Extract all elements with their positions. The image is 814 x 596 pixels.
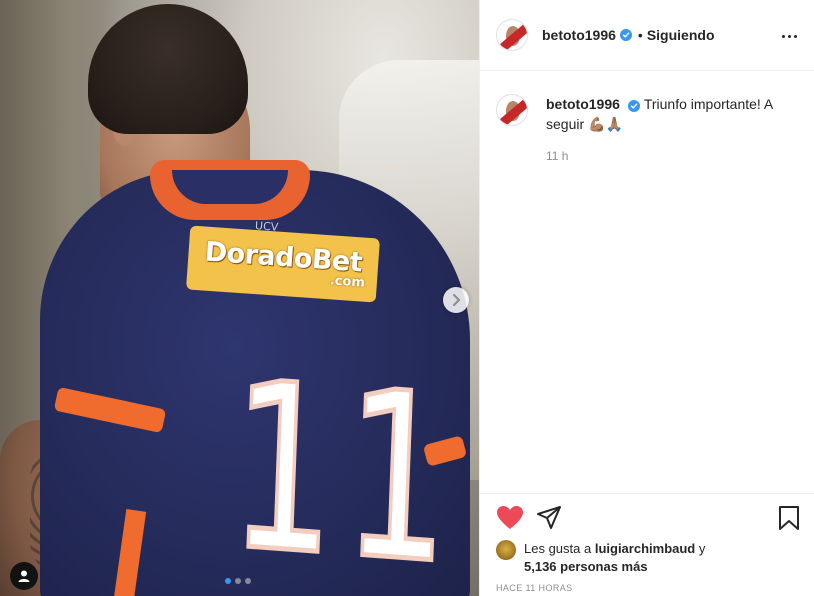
ellipsis-dot: [787, 34, 791, 38]
post-header: betoto1996 • Siguiendo: [480, 0, 814, 71]
carousel-dot-active: [225, 578, 231, 584]
likes-connector: y: [698, 541, 706, 556]
jersey-number: 11: [224, 331, 466, 596]
user-tag-icon: [18, 570, 30, 582]
likes-prefix: Les gusta a: [524, 541, 592, 556]
avatar-sash: [497, 20, 527, 50]
caption-body: betoto1996 Triunfo importante! A seguir …: [546, 94, 801, 166]
likes-count-link[interactable]: 5,136 personas más: [524, 559, 648, 574]
post-photo[interactable]: UCV DoradoBet .com 11: [0, 0, 479, 596]
liker-username-link[interactable]: luigiarchimbaud: [595, 541, 695, 556]
avatar[interactable]: [496, 540, 516, 560]
verified-badge-icon: [619, 29, 632, 41]
avatar[interactable]: [496, 19, 528, 51]
heart-icon: [497, 506, 523, 529]
ellipsis-dot: [793, 34, 797, 38]
next-slide-button[interactable]: [443, 287, 469, 313]
post-details-panel: betoto1996 • Siguiendo betoto1996 Triunf…: [479, 0, 814, 596]
caption-username-link[interactable]: betoto1996: [546, 96, 620, 112]
paper-plane-icon: [537, 506, 561, 529]
verified-badge-icon: [627, 100, 640, 112]
following-button[interactable]: Siguiendo: [647, 27, 715, 43]
sponsor-name: DoradoBet: [203, 236, 364, 279]
sponsor-domain: .com: [329, 273, 366, 291]
caption-timestamp[interactable]: 11 h: [546, 146, 801, 166]
jersey-collar-inner: [172, 170, 288, 204]
carousel-dot: [245, 578, 251, 584]
likes-text: Les gusta a luigiarchimbaud y 5,136 pers…: [524, 540, 705, 576]
header-username-link[interactable]: betoto1996: [542, 27, 616, 43]
ellipsis-icon: [781, 34, 785, 38]
caption: betoto1996 Triunfo importante! A seguir …: [496, 94, 801, 166]
likes-summary: Les gusta a luigiarchimbaud y 5,136 pers…: [496, 540, 801, 576]
like-button[interactable]: [496, 505, 524, 531]
carousel-indicator: [225, 578, 251, 584]
carousel-dot: [235, 578, 241, 584]
tagged-users-button[interactable]: [10, 562, 38, 590]
header-separator: •: [637, 27, 643, 43]
save-button[interactable]: [777, 505, 801, 531]
share-button[interactable]: [536, 505, 562, 531]
bookmark-icon: [779, 506, 799, 530]
avatar-sash: [497, 95, 527, 125]
jersey-sponsor-patch: DoradoBet .com: [185, 225, 381, 303]
chevron-right-icon: [453, 294, 460, 306]
avatar[interactable]: [496, 94, 528, 126]
more-options-button[interactable]: [779, 26, 799, 46]
post-timestamp[interactable]: HACE 11 HORAS: [496, 583, 573, 593]
action-bar: [480, 493, 814, 543]
